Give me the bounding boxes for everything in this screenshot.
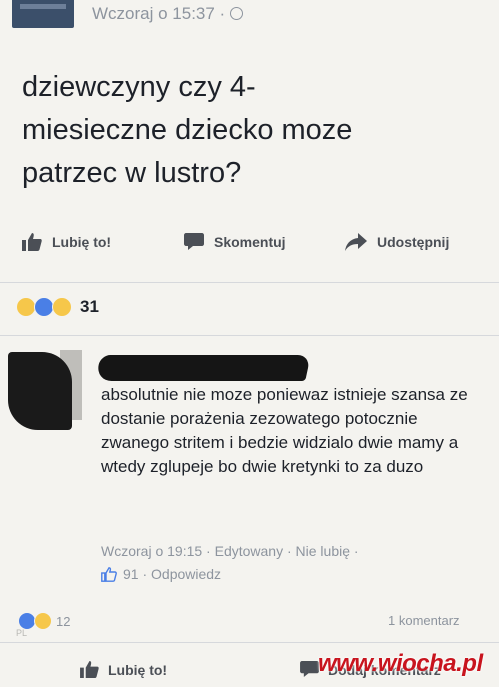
- divider: [0, 335, 499, 336]
- thumbs-up-outline-icon: [101, 566, 117, 582]
- redacted-commenter-name: [95, 355, 311, 381]
- post-timestamp[interactable]: Wczoraj o 15:37 ·: [92, 4, 243, 24]
- comment-likes-row: 91 · Odpowiedz: [101, 566, 221, 582]
- reaction-count: 31: [80, 297, 99, 316]
- thumbs-up-icon: [80, 661, 99, 678]
- commenter-avatar[interactable]: [8, 352, 72, 430]
- divider: [0, 282, 499, 283]
- thumbs-up-icon: [22, 233, 42, 251]
- share-button[interactable]: Udostępnij: [345, 233, 449, 251]
- comment-button[interactable]: Skomentuj: [184, 233, 286, 251]
- sad-reaction-icon: [52, 297, 72, 317]
- speech-bubble-icon: [300, 661, 319, 678]
- comment-like-count: 91: [123, 566, 139, 582]
- reactions-summary[interactable]: 31: [16, 297, 99, 317]
- haha-reaction-icon: [34, 612, 52, 630]
- reply-link[interactable]: · Odpowiedz: [142, 566, 221, 582]
- comment-text: absolutnie nie moze poniewaz istnieje sz…: [101, 385, 468, 476]
- corner-watermark: PL: [16, 628, 28, 638]
- bottom-reaction-count: 12: [56, 613, 71, 629]
- haha-reaction-icon: [16, 297, 36, 317]
- post-text: dziewczyny czy 4- miesieczne dziecko moz…: [22, 71, 353, 189]
- like-button[interactable]: Lubię to!: [22, 233, 111, 251]
- like-reaction-icon: [34, 297, 54, 317]
- divider: [0, 642, 499, 643]
- globe-icon: [229, 7, 243, 20]
- bottom-like-button[interactable]: Lubię to!: [80, 661, 167, 678]
- site-watermark: www.wiocha.pl: [318, 650, 483, 677]
- speech-bubble-icon: [184, 233, 204, 250]
- poster-avatar[interactable]: [12, 0, 74, 28]
- share-arrow-icon: [345, 233, 367, 251]
- comment-meta: Wczoraj o 19:15 · Edytowany · Nie lubię …: [101, 543, 359, 559]
- comments-count[interactable]: 1 komentarz: [388, 613, 460, 628]
